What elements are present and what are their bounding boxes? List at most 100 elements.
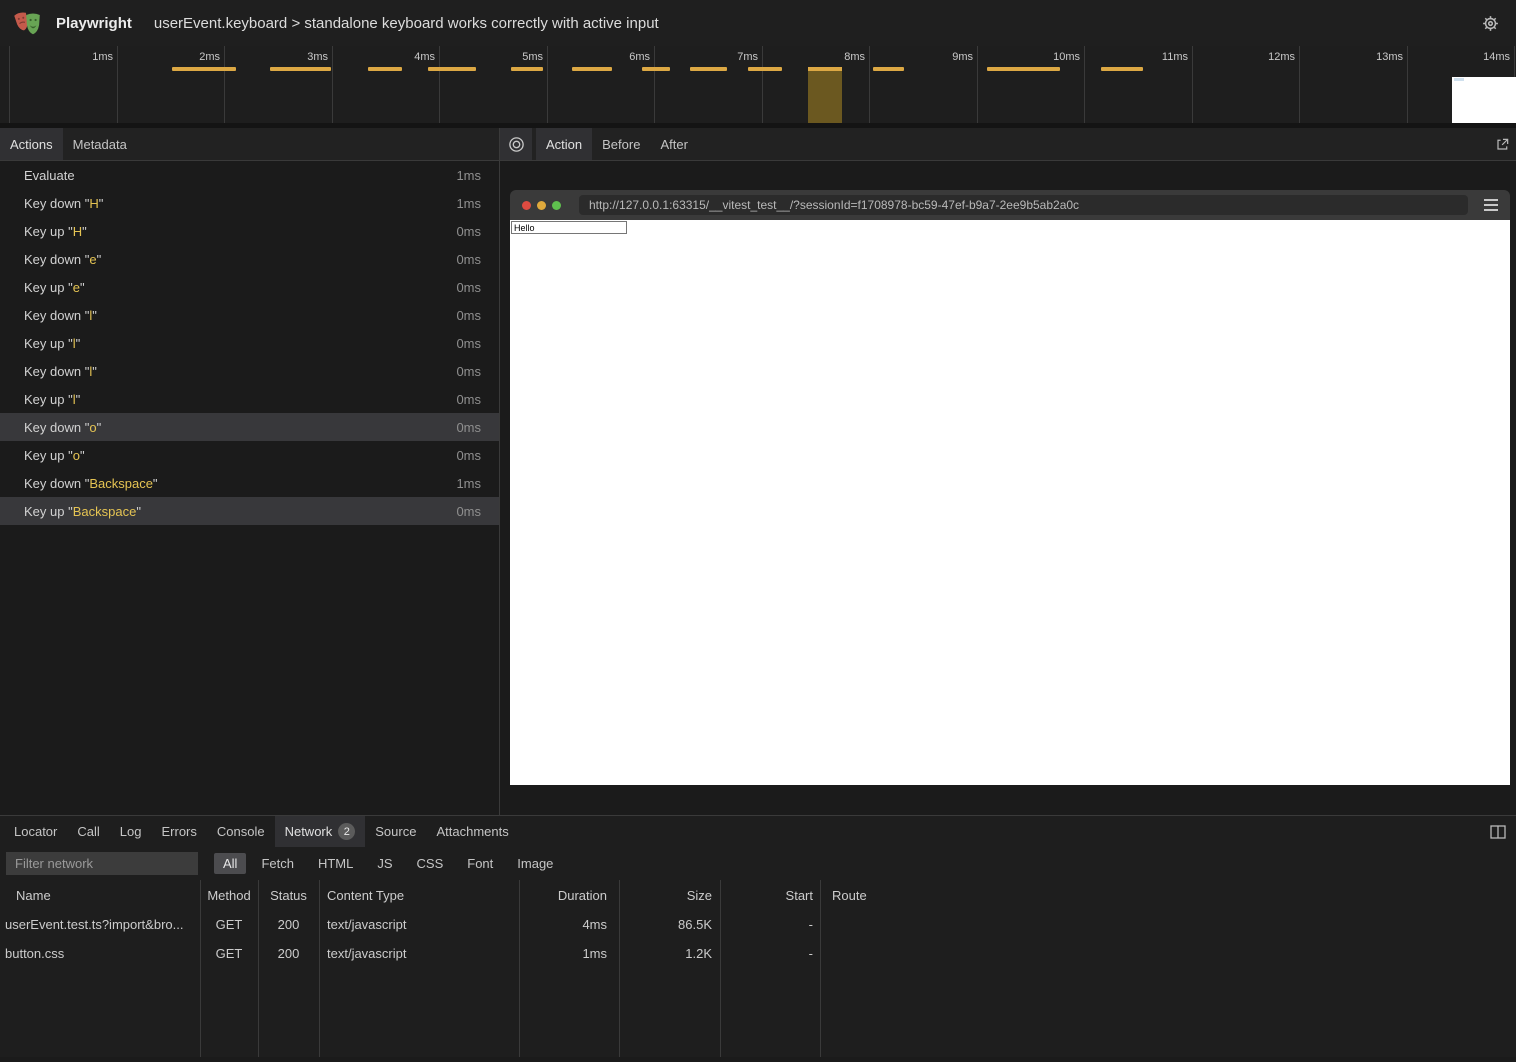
timeline-action-bar	[270, 67, 331, 71]
filter-chip-all[interactable]: All	[214, 853, 246, 874]
tab-console[interactable]: Console	[207, 816, 275, 847]
action-row[interactable]: Key up "o"0ms	[0, 441, 499, 469]
timeline-action-bar	[873, 67, 904, 71]
traffic-light-yellow-icon	[537, 201, 546, 210]
timeline[interactable]: 1ms2ms3ms4ms5ms6ms7ms8ms9ms10ms11ms12ms1…	[0, 46, 1516, 128]
action-row[interactable]: Key up "l"0ms	[0, 385, 499, 413]
timeline-tick-label: 13ms	[1376, 51, 1407, 63]
timeline-tick-label: 3ms	[307, 51, 332, 63]
network-row[interactable]: button.cssGET200text/javascript1ms1.2K-	[0, 939, 1516, 968]
tab-log[interactable]: Log	[110, 816, 152, 847]
tab-attachments[interactable]: Attachments	[426, 816, 518, 847]
network-filter-input[interactable]	[6, 852, 198, 875]
timeline-selected-region	[808, 67, 842, 123]
tab-metadata[interactable]: Metadata	[63, 128, 137, 160]
tab-errors[interactable]: Errors	[151, 816, 206, 847]
timeline-tick-label: 10ms	[1053, 51, 1084, 63]
bottom-tabbar: Locator Call Log Errors Console Network2Sourc…	[0, 816, 1516, 847]
action-row[interactable]: Key up "e"0ms	[0, 273, 499, 301]
action-key-value: l	[89, 308, 92, 323]
action-label: Key up "H"	[24, 224, 87, 239]
action-key-value: Backspace	[73, 504, 137, 519]
timeline-action-bar	[368, 67, 402, 71]
tab-call[interactable]: Call	[67, 816, 109, 847]
action-row[interactable]: Key up "Backspace"0ms	[0, 497, 499, 525]
timeline-screenshot-thumbnail	[1452, 77, 1516, 123]
filter-chip-image[interactable]: Image	[508, 853, 562, 874]
tab-action[interactable]: Action	[536, 128, 592, 160]
action-row[interactable]: Key down "e"0ms	[0, 245, 499, 273]
browser-chrome: http://127.0.0.1:63315/__vitest_test__/?…	[510, 190, 1510, 220]
tab-errors-label: Errors	[161, 824, 196, 839]
filter-chip-html[interactable]: HTML	[309, 853, 362, 874]
timeline-action-bar	[690, 67, 727, 71]
action-row[interactable]: Key down "l"0ms	[0, 301, 499, 329]
network-col-header: Start	[720, 888, 820, 903]
action-row[interactable]: Key down "o"0ms	[0, 413, 499, 441]
trace-title: userEvent.keyboard > standalone keyboard…	[154, 15, 659, 32]
action-label: Evaluate	[24, 168, 75, 183]
filter-chip-css[interactable]: CSS	[408, 853, 453, 874]
timeline-tick-label: 4ms	[414, 51, 439, 63]
action-duration: 1ms	[456, 196, 481, 211]
tab-network[interactable]: Network2	[275, 816, 366, 847]
action-row[interactable]: Key up "H"0ms	[0, 217, 499, 245]
settings-gear-icon[interactable]	[1478, 11, 1502, 35]
action-label: Key up "Backspace"	[24, 504, 141, 519]
bottom-panel: Locator Call Log Errors Console Network2Sourc…	[0, 815, 1516, 1057]
top-bar: Playwright userEvent.keyboard > standalo…	[0, 0, 1516, 46]
action-label: Key up "l"	[24, 336, 80, 351]
network-cell: 200	[258, 917, 319, 932]
action-label: Key down "l"	[24, 308, 97, 323]
page-text-input[interactable]	[511, 221, 627, 234]
browser-url: http://127.0.0.1:63315/__vitest_test__/?…	[589, 198, 1079, 212]
thumbnail-input-mark	[1454, 78, 1464, 81]
network-filter-chips: All Fetch HTML JS CSSFont Image	[214, 853, 562, 874]
timeline-action-bar	[511, 67, 543, 71]
action-label: Key down "l"	[24, 364, 97, 379]
tab-after[interactable]: After	[650, 128, 697, 160]
timeline-gridline	[547, 46, 548, 123]
tab-metadata-label: Metadata	[73, 137, 127, 152]
tab-source[interactable]: Source	[365, 816, 426, 847]
app-name: Playwright	[56, 15, 132, 32]
filter-chip-fetch[interactable]: Fetch	[252, 853, 303, 874]
action-row[interactable]: Key down "H"1ms	[0, 189, 499, 217]
timeline-gridline	[869, 46, 870, 123]
timeline-action-bar	[172, 67, 236, 71]
action-duration: 0ms	[456, 392, 481, 407]
tab-actions[interactable]: Actions	[0, 128, 63, 160]
pick-locator-bullseye-icon[interactable]	[500, 128, 532, 160]
tab-actions-label: Actions	[10, 137, 53, 152]
action-row[interactable]: Key down "Backspace"1ms	[0, 469, 499, 497]
timeline-gridline	[1407, 46, 1408, 123]
filter-chip-font[interactable]: Font	[458, 853, 502, 874]
action-key-value: l	[73, 392, 76, 407]
network-col-header: Route	[820, 888, 1516, 903]
network-cell: -	[720, 946, 820, 961]
network-cell: GET	[200, 917, 258, 932]
action-key-value: e	[89, 252, 96, 267]
action-row[interactable]: Key down "l"0ms	[0, 357, 499, 385]
action-list: Evaluate1msKey down "H"1msKey up "H"0msK…	[0, 161, 499, 815]
timeline-gridline	[654, 46, 655, 123]
open-external-icon[interactable]	[1488, 128, 1516, 160]
action-row[interactable]: Key up "l"0ms	[0, 329, 499, 357]
network-row[interactable]: userEvent.test.ts?import&bro...GET200tex…	[0, 910, 1516, 939]
action-label: Key down "e"	[24, 252, 101, 267]
tab-before[interactable]: Before	[592, 128, 650, 160]
browser-url-bar[interactable]: http://127.0.0.1:63315/__vitest_test__/?…	[579, 195, 1468, 215]
toggle-columns-icon[interactable]	[1484, 825, 1512, 839]
timeline-tick-label: 11ms	[1162, 51, 1192, 63]
network-count-badge: 2	[338, 823, 355, 840]
timeline-gridline	[1084, 46, 1085, 123]
action-key-value: Backspace	[89, 476, 153, 491]
tab-locator[interactable]: Locator	[4, 816, 67, 847]
action-row[interactable]: Evaluate1ms	[0, 161, 499, 189]
tab-action-label: Action	[546, 137, 582, 152]
tab-console-label: Console	[217, 824, 265, 839]
network-cell: 1.2K	[619, 946, 720, 961]
tab-call-label: Call	[77, 824, 99, 839]
filter-chip-js[interactable]: JS	[368, 853, 401, 874]
network-col-header: Status	[258, 888, 319, 903]
